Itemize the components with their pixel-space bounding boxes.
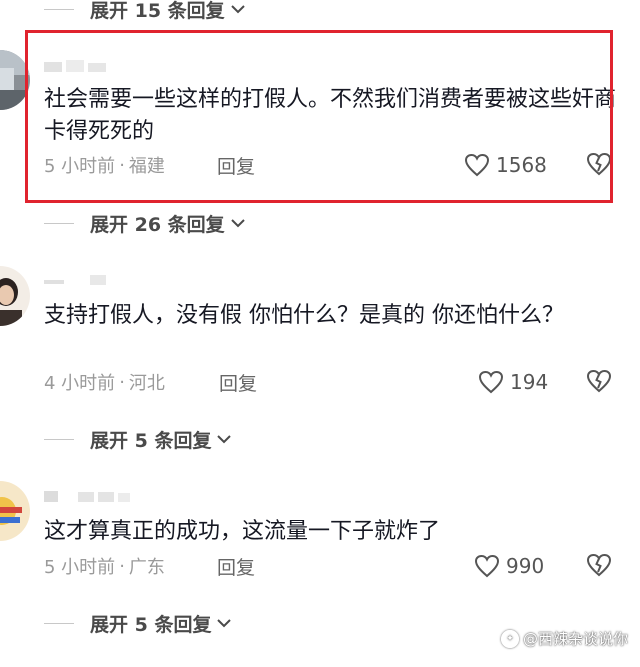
comment-meta: 5 小时前 · 广东 bbox=[44, 551, 165, 581]
like-count: 990 bbox=[506, 554, 545, 578]
chevron-down-icon bbox=[230, 5, 245, 14]
divider-line bbox=[44, 8, 74, 10]
broken-heart-icon bbox=[586, 553, 612, 577]
heart-icon bbox=[478, 370, 504, 394]
avatar[interactable] bbox=[0, 481, 30, 541]
divider-line bbox=[44, 222, 74, 224]
meta-separator: · bbox=[119, 371, 125, 393]
broken-heart-icon bbox=[586, 369, 612, 393]
like-count: 194 bbox=[510, 370, 549, 394]
reply-button[interactable]: 回复 bbox=[219, 369, 257, 396]
watermark-logo-icon: ✦ bbox=[500, 629, 519, 648]
comment-location: 广东 bbox=[128, 557, 165, 578]
watermark: ✦ @西辣杂谈说你 bbox=[500, 628, 628, 649]
expand-replies-label: 展开 5 条回复 bbox=[90, 613, 212, 636]
like-button[interactable]: 990 bbox=[474, 551, 544, 581]
divider-line bbox=[44, 438, 74, 440]
highlight-box bbox=[25, 30, 613, 203]
blurred-name-graphic bbox=[44, 275, 106, 285]
chevron-down-icon bbox=[217, 435, 232, 444]
comment-location: 河北 bbox=[128, 373, 165, 394]
username-blurred[interactable] bbox=[44, 272, 114, 290]
expand-replies-link[interactable]: 展开 5 条回复 bbox=[44, 424, 233, 454]
comment-time: 4 小时前 bbox=[44, 373, 116, 394]
expand-replies-label: 展开 15 条回复 bbox=[90, 0, 225, 22]
chevron-down-icon bbox=[217, 619, 232, 628]
comment-text: 支持打假人，没有假 你怕什么？是真的 你还怕什么？ bbox=[44, 303, 564, 328]
chevron-down-icon bbox=[230, 219, 245, 228]
dislike-button[interactable] bbox=[586, 369, 612, 397]
expand-replies-label: 展开 5 条回复 bbox=[90, 429, 212, 452]
avatar[interactable] bbox=[0, 266, 30, 326]
meta-separator: · bbox=[119, 555, 125, 577]
comment-text: 这才算真正的成功，这流量一下子就炸了 bbox=[44, 519, 441, 544]
comment-meta: 4 小时前 · 河北 bbox=[44, 367, 165, 397]
expand-replies-link[interactable]: 展开 5 条回复 bbox=[44, 608, 233, 638]
expand-replies-link[interactable]: 展开 26 条回复 bbox=[44, 208, 247, 238]
reply-button[interactable]: 回复 bbox=[217, 553, 255, 580]
comment-time: 5 小时前 bbox=[44, 557, 116, 578]
avatar-image bbox=[0, 266, 30, 326]
avatar-image bbox=[0, 481, 30, 541]
watermark-text: @西辣杂谈说你 bbox=[522, 630, 628, 648]
dislike-button[interactable] bbox=[586, 553, 612, 581]
like-button[interactable]: 194 bbox=[478, 367, 548, 397]
expand-replies-label: 展开 26 条回复 bbox=[90, 213, 225, 236]
username-blurred[interactable] bbox=[44, 488, 134, 506]
divider-line bbox=[44, 622, 74, 624]
heart-icon bbox=[474, 554, 500, 578]
expand-replies-link[interactable]: 展开 15 条回复 bbox=[44, 0, 247, 24]
blurred-name-graphic bbox=[44, 491, 130, 502]
